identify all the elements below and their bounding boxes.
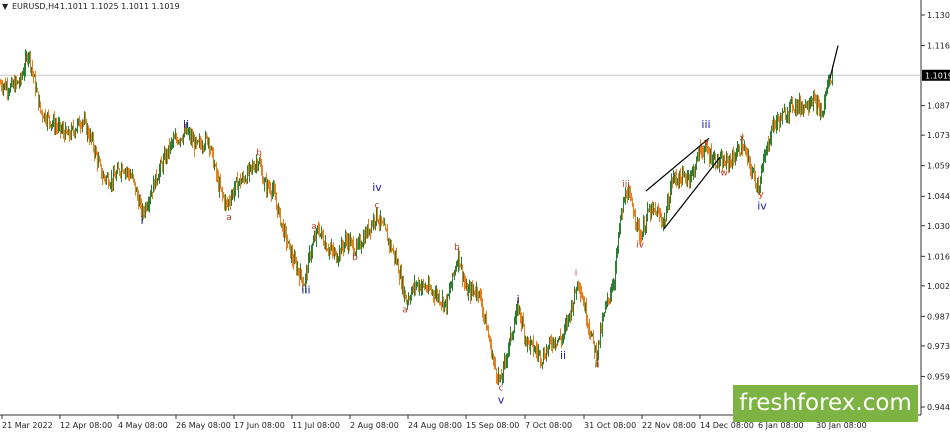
wave-label: a: [402, 306, 408, 316]
wave-label: iii: [301, 284, 310, 297]
y-tick-label: 1.0445: [927, 192, 950, 201]
wave-label: v: [703, 138, 709, 148]
x-tick-label: 14 Dec 08:00: [700, 421, 754, 430]
y-tick-label: 0.9590: [927, 372, 950, 381]
ohlc-values: 1.1011 1.1025 1.1011 1.1019: [60, 2, 180, 11]
y-tick-label: 1.0160: [927, 252, 950, 261]
wave-label: a: [311, 222, 317, 232]
wave-label: v: [498, 393, 505, 406]
wave-label: i: [140, 214, 143, 227]
wave-label: b: [256, 148, 262, 158]
wave-label: iv: [372, 181, 382, 194]
y-tick-label: 1.0590: [927, 162, 950, 171]
x-tick-label: 22 Nov 08:00: [642, 421, 696, 430]
x-tick-label: 30 Jan 08:00: [816, 421, 867, 430]
y-tick-label: 1.1305: [927, 11, 950, 20]
x-tick-label: 17 Jun 08:00: [234, 421, 285, 430]
y-tick-label: 0.9735: [927, 342, 950, 351]
x-tick-label: 15 Sep 08:00: [466, 421, 519, 430]
wave-label: ii: [183, 118, 189, 131]
current-price-label: 1.1019: [925, 71, 950, 80]
x-tick-label: 24 Aug 08:00: [408, 421, 462, 430]
y-tick-label: 1.0305: [927, 222, 950, 231]
x-tick-label: 7 Oct 08:00: [525, 421, 572, 430]
wave-label: i: [575, 268, 578, 278]
x-tick-label: 26 May 08:00: [176, 421, 231, 430]
wave-label: b: [454, 243, 460, 253]
wave-label: ii: [594, 360, 599, 370]
wave-label: iii: [622, 180, 630, 190]
x-tick-label: 11 Jul 08:00: [292, 421, 340, 430]
x-tick-label: 12 Apr 08:00: [60, 421, 112, 430]
wave-label: i: [516, 293, 519, 306]
wave-label: c: [375, 201, 380, 211]
x-tick-label: 4 May 08:00: [118, 421, 168, 430]
chart-svg: ▼ EURUSD,H4 1.1011 1.1025 1.1011 1.1019 …: [0, 0, 950, 431]
y-tick-label: 1.0735: [927, 131, 950, 140]
wave-label: x: [739, 134, 745, 144]
x-tick-label: 31 Oct 08:00: [584, 421, 636, 430]
price-chart[interactable]: ▼ EURUSD,H4 1.1011 1.1025 1.1011 1.1019 …: [0, 0, 950, 431]
wave-label: iv: [757, 199, 767, 212]
wave-label: iv: [636, 240, 645, 250]
wave-label: y: [758, 190, 764, 200]
symbol-dropdown-icon[interactable]: ▼: [2, 2, 9, 11]
wave-label: w: [720, 169, 727, 179]
x-tick-label: 2 Aug 08:00: [350, 421, 399, 430]
y-tick-label: 0.9875: [927, 312, 950, 321]
wave-label: ii: [560, 349, 566, 362]
wave-label: c: [499, 384, 504, 394]
y-tick-label: 1.0875: [927, 102, 950, 111]
y-tick-label: 1.0020: [927, 282, 950, 291]
x-tick-label: 6 Jan 08:00: [758, 421, 804, 430]
brand-watermark: freshforex.com: [733, 385, 918, 422]
wave-label: a: [226, 213, 232, 223]
symbol-label: EURUSD,H4: [12, 2, 59, 11]
x-tick-label: 21 Mar 2022: [2, 421, 53, 430]
y-tick-label: 0.9445: [927, 403, 950, 412]
wave-label: iii: [701, 118, 710, 131]
wave-label: b: [352, 253, 358, 263]
y-tick-label: 1.1160: [927, 42, 950, 51]
